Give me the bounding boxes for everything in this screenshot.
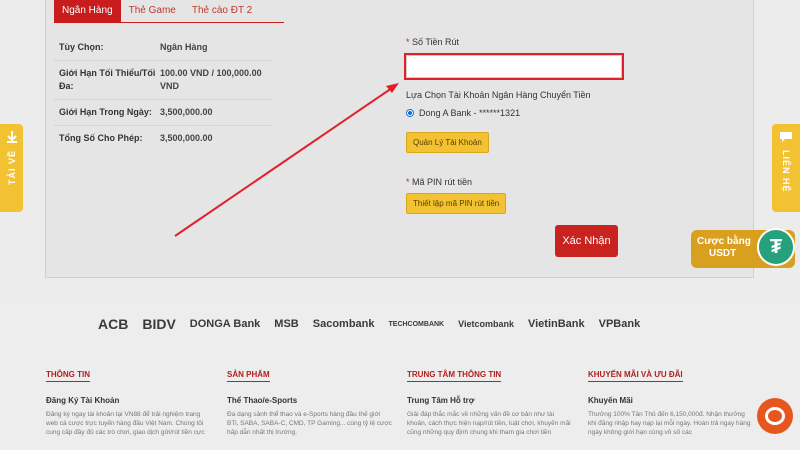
chat-bubble-icon (765, 407, 785, 425)
download-side-button[interactable]: TẢI VỀ (0, 124, 23, 212)
bank-logos: ACB BIDV DONGA Bank MSB Sacombank TECHCO… (98, 316, 640, 332)
footer-column: KHUYẾN MÃI VÀ ƯU ĐÃI Khuyến Mãi Thưởng 1… (588, 364, 753, 437)
footer-col-link[interactable]: Thể Thao/e-Sports (227, 396, 392, 405)
download-icon (6, 131, 17, 143)
footer-column: THÔNG TIN Đăng Ký Tài Khoản Đăng ký ngay… (46, 364, 211, 437)
footer-col-link[interactable]: Đăng Ký Tài Khoản (46, 396, 211, 405)
live-chat-button[interactable] (757, 398, 793, 434)
bank-logo: VPBank (598, 318, 641, 330)
bank-logo: MSB (274, 318, 299, 330)
footer-col-text: Giải đáp thắc mắc về những vấn đề cơ bản… (407, 411, 571, 436)
footer-col-text: Đa dạng sảnh thể thao và e-Sports hàng đ… (227, 411, 392, 436)
bank-logo: BIDV (142, 316, 176, 332)
bank-logo: Vietcombank (458, 319, 514, 329)
chat-icon (780, 132, 792, 142)
footer-col-link[interactable]: Trung Tâm Hỗ trợ (407, 396, 572, 405)
footer-col-link[interactable]: Khuyến Mãi (588, 396, 753, 405)
footer-column: SẢN PHẨM Thể Thao/e-Sports Đa dạng sảnh … (227, 364, 392, 437)
bank-logo: ACB (98, 316, 129, 332)
contact-side-button[interactable]: LIÊN HỆ (772, 124, 800, 212)
bank-logo: DONGA Bank (189, 318, 261, 330)
usdt-text: Cược bằng USDT (697, 236, 751, 259)
footer-col-title: TRUNG TÂM THÔNG TIN (407, 370, 502, 382)
bank-logo: VietinBank (527, 318, 585, 330)
footer-col-title: SẢN PHẨM (227, 370, 270, 382)
footer-column: TRUNG TÂM THÔNG TIN Trung Tâm Hỗ trợ Giả… (407, 364, 572, 437)
footer-col-text: Thưởng 100% Tân Thủ đến 6,150,000đ. Nhận… (588, 411, 751, 436)
footer-col-title: THÔNG TIN (46, 370, 90, 382)
bank-logo: TECHCOMBANK (388, 320, 445, 328)
footer-col-text: Đăng ký ngay tài khoản tại VN88 để trải … (46, 411, 205, 436)
contact-label: LIÊN HỆ (781, 150, 791, 193)
footer-col-title: KHUYẾN MÃI VÀ ƯU ĐÃI (588, 370, 683, 382)
download-label: TẢI VỀ (6, 150, 17, 186)
tether-icon: ₮ (757, 228, 795, 266)
bank-logo: Sacombank (312, 318, 375, 330)
